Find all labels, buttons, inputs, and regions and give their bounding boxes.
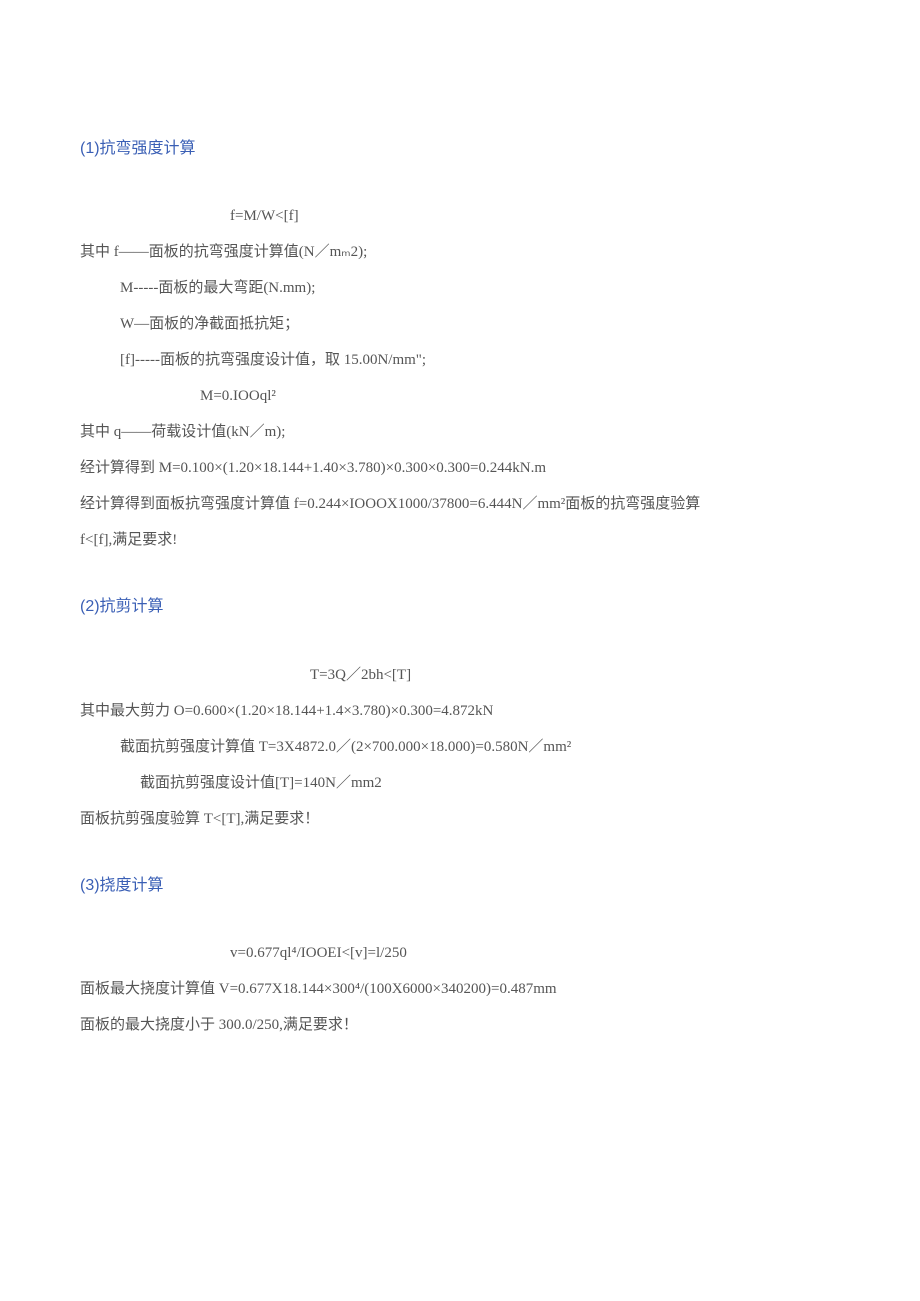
formula-s2-1: T=3Q／2bh<[T] [80, 657, 840, 693]
text-line: W—面板的净截面抵抗矩； [80, 306, 840, 342]
text-line: 截面抗剪强度计算值 T=3X4872.0／(2×700.000×18.000)=… [80, 729, 840, 765]
formula-s3-1: v=0.677ql⁴/IOOEI<[v]=l/250 [80, 935, 840, 971]
text-line: f<[f],满足要求! [80, 522, 840, 558]
section-2-heading: (2)抗剪计算 [80, 588, 840, 626]
text-line: 经计算得到面板抗弯强度计算值 f=0.244×IOOOX1000/37800=6… [80, 486, 840, 522]
formula-s1-2: M=0.IOOql² [80, 378, 840, 414]
text-line: 面板最大挠度计算值 V=0.677X18.144×300⁴/(100X6000×… [80, 971, 840, 1007]
text-line: 面板抗剪强度验算 T<[T],满足要求！ [80, 801, 840, 837]
text-line: 其中最大剪力 O=0.600×(1.20×18.144+1.4×3.780)×0… [80, 693, 840, 729]
section-3-heading: (3)挠度计算 [80, 867, 840, 905]
text-line: [f]-----面板的抗弯强度设计值，取 15.00N/mm"; [80, 342, 840, 378]
text-line: 其中 q——荷载设计值(kN／m); [80, 414, 840, 450]
text-line: 面板的最大挠度小于 300.0/250,满足要求！ [80, 1007, 840, 1043]
formula-s1-1: f=M/W<[f] [80, 198, 840, 234]
section-1-heading: (1)抗弯强度计算 [80, 130, 840, 168]
text-line: 其中 f——面板的抗弯强度计算值(N／mₘ2); [80, 234, 840, 270]
text-line: 经计算得到 M=0.100×(1.20×18.144+1.40×3.780)×0… [80, 450, 840, 486]
text-line: M-----面板的最大弯距(N.mm); [80, 270, 840, 306]
text-line: 截面抗剪强度设计值[T]=140N／mm2 [80, 765, 840, 801]
